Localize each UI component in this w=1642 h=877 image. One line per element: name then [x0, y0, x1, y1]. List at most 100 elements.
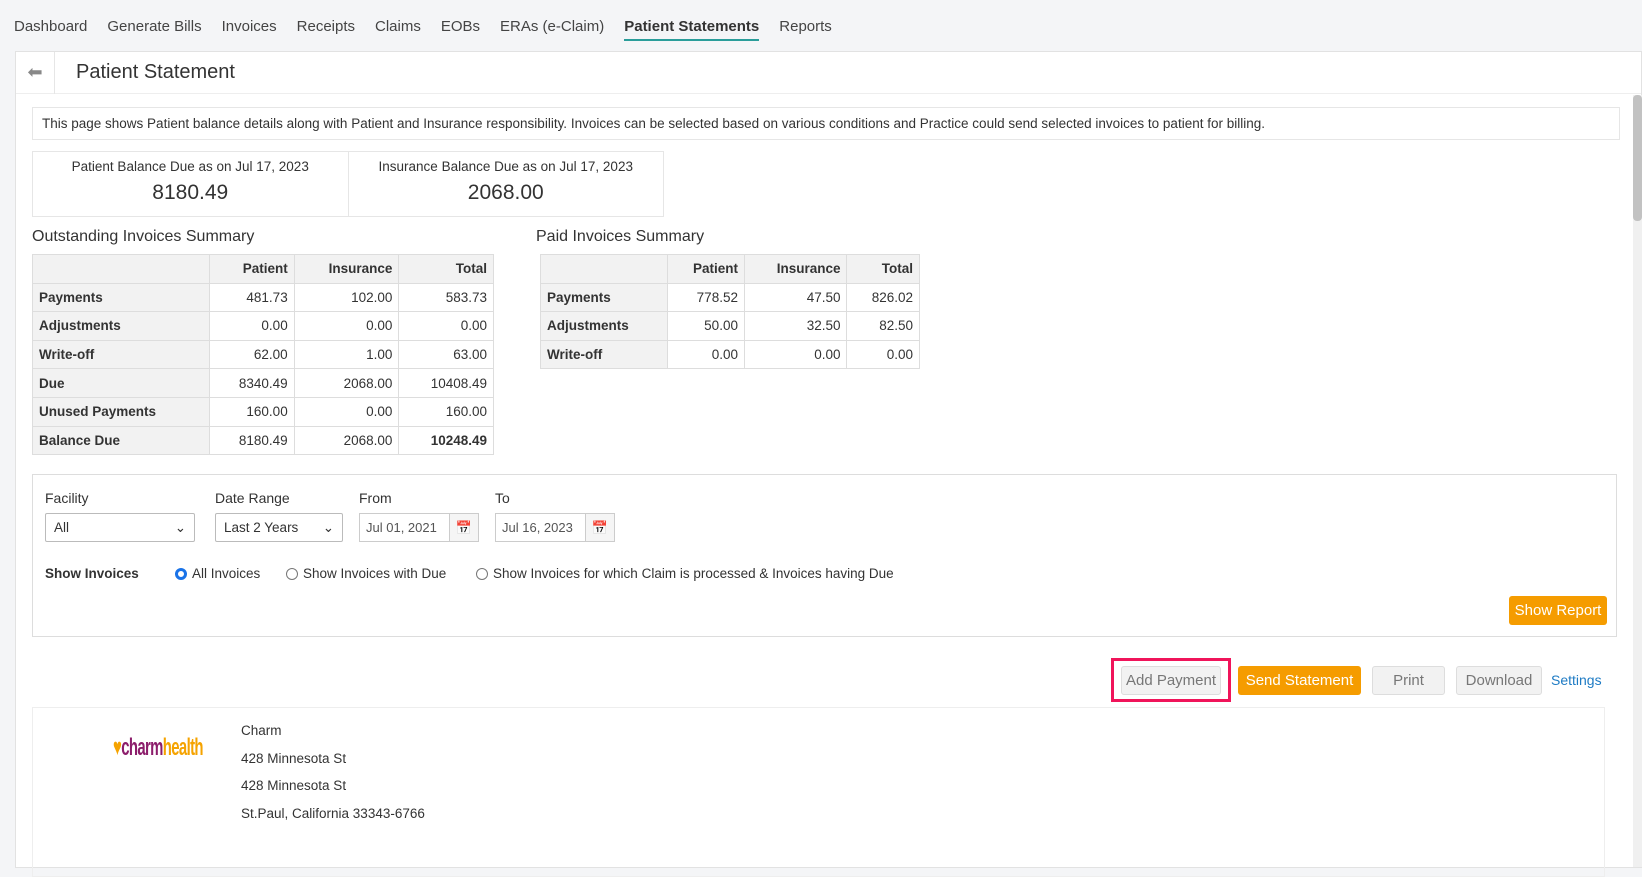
radio-label: Show Invoices for which Claim is process…	[493, 566, 894, 581]
table-cell: 0.00	[293, 311, 400, 341]
paid-table: Patient Insurance Total Payments 778.52 47.50…	[540, 254, 920, 370]
column-header: Total	[846, 254, 920, 284]
date-range-select[interactable]: Last 2 Years ⌄	[215, 513, 343, 542]
table-cell: 62.00	[209, 339, 295, 370]
table-cell: 82.50	[846, 311, 920, 341]
chevron-down-icon: ⌄	[174, 519, 186, 535]
insurance-balance-value: 2068.00	[467, 181, 544, 204]
calendar-icon[interactable]: 📅	[449, 514, 478, 541]
nav-eras[interactable]: ERAs (e-Claim)	[500, 8, 604, 43]
show-invoices-label: Show Invoices	[45, 566, 139, 581]
filter-panel: Facility All ⌄ Date Range Last 2 Years ⌄ F…	[32, 474, 1617, 637]
table-cell: 0.00	[209, 311, 295, 341]
table-row: Write-off 62.00 1.00 63.00	[31, 339, 494, 370]
to-date-value: Jul 16, 2023	[502, 520, 573, 535]
nav-dashboard[interactable]: Dashboard	[14, 8, 87, 43]
practice-name: Charm	[241, 723, 282, 738]
table-cell: 32.50	[743, 311, 848, 341]
facility-select[interactable]: All ⌄	[45, 513, 195, 542]
patient-balance-label: Patient Balance Due as on Jul 17, 2023	[71, 159, 309, 174]
table-row: Due 8340.49 2068.00 10408.49	[31, 368, 494, 398]
table-cell: 102.00	[293, 282, 400, 313]
row-label: Balance Due	[31, 425, 211, 456]
scrollbar[interactable]	[1633, 95, 1642, 867]
nav-invoices[interactable]: Invoices	[222, 8, 277, 43]
row-label: Unused Payments	[31, 396, 211, 427]
outstanding-title: Outstanding Invoices Summary	[32, 228, 255, 245]
table-header: Patient Insurance Total	[31, 254, 494, 284]
facility-label: Facility	[45, 490, 89, 506]
radio-invoices-with-due[interactable]: Show Invoices with Due	[286, 566, 446, 581]
to-date-input[interactable]: Jul 16, 2023 📅	[495, 513, 615, 542]
nav-generate-bills[interactable]: Generate Bills	[107, 8, 201, 43]
row-label: Adjustments	[31, 311, 211, 341]
column-header: Patient	[666, 254, 745, 284]
balance-summary: Patient Balance Due as on Jul 17, 2023 81…	[32, 151, 664, 217]
nav-reports[interactable]: Reports	[779, 8, 832, 43]
date-range-value: Last 2 Years	[224, 520, 299, 535]
row-label: Payments	[540, 282, 668, 313]
nav-receipts[interactable]: Receipts	[297, 8, 355, 43]
add-payment-button[interactable]: Add Payment	[1121, 666, 1221, 695]
column-header: Patient	[209, 254, 295, 284]
from-date-value: Jul 01, 2021	[366, 520, 437, 535]
nav-patient-statements[interactable]: Patient Statements	[624, 8, 760, 43]
table-cell: 8180.49	[209, 425, 295, 456]
table-cell: 481.73	[209, 282, 295, 313]
insurance-balance-label: Insurance Balance Due as on Jul 17, 2023	[378, 159, 633, 174]
table-cell: 0.00	[398, 311, 494, 341]
back-arrow-icon[interactable]: ⬅	[16, 51, 55, 94]
calendar-icon[interactable]: 📅	[585, 514, 614, 541]
table-row: Unused Payments 160.00 0.00 160.00	[31, 396, 494, 427]
row-label: Adjustments	[540, 311, 668, 341]
nav-claims[interactable]: Claims	[375, 8, 421, 43]
column-header: Insurance	[293, 254, 400, 284]
row-label: Due	[31, 368, 211, 398]
table-cell: 10408.49	[398, 368, 494, 398]
info-text: This page shows Patient balance details …	[32, 107, 1620, 140]
column-header: Total	[398, 254, 494, 284]
row-label: Write-off	[540, 339, 668, 370]
table-row: Balance Due 8180.49 2068.00 10248.49	[31, 425, 494, 456]
address-line-1: 428 Minnesota St	[241, 750, 347, 766]
table-cell: 50.00	[666, 311, 745, 341]
address-city: St.Paul, California 33343-6766	[241, 805, 425, 821]
table-row: Payments 481.73 102.00 583.73	[31, 282, 494, 313]
table-cell: 0.00	[666, 339, 745, 370]
table-cell: 8340.49	[209, 368, 295, 398]
column-header	[31, 254, 211, 284]
table-cell: 47.50	[743, 282, 848, 313]
paid-title: Paid Invoices Summary	[536, 228, 705, 245]
from-date-input[interactable]: Jul 01, 2021 📅	[359, 513, 479, 542]
settings-link[interactable]: Settings	[1551, 672, 1602, 688]
main-panel: ⬅ Patient Statement This page shows Pati…	[15, 51, 1642, 877]
column-header	[540, 254, 668, 284]
nav-eobs[interactable]: EOBs	[441, 8, 480, 43]
radio-all-invoices[interactable]: All Invoices	[175, 566, 260, 581]
patient-balance-value: 8180.49	[152, 181, 229, 204]
chevron-down-icon: ⌄	[322, 519, 334, 535]
print-button[interactable]: Print	[1372, 666, 1445, 695]
table-cell: 0.00	[846, 339, 920, 370]
table-row: Write-off 0.00 0.00 0.00	[540, 339, 920, 370]
to-label: To	[495, 490, 510, 506]
radio-claim-processed[interactable]: Show Invoices for which Claim is process…	[476, 566, 894, 581]
table-cell: 778.52	[666, 282, 745, 313]
table-cell: 63.00	[398, 339, 494, 370]
charmhealth-logo: ♥charmhealth	[113, 734, 204, 761]
download-button[interactable]: Download	[1456, 666, 1542, 695]
table-cell: 583.73	[398, 282, 494, 313]
table-cell: 160.00	[398, 396, 494, 427]
table-row: Adjustments 0.00 0.00 0.00	[31, 311, 494, 341]
statement-preview: ♥charmhealth Charm 428 Minnesota St 428 …	[32, 707, 1605, 877]
send-statement-button[interactable]: Send Statement	[1238, 666, 1361, 695]
show-report-button[interactable]: Show Report	[1509, 596, 1607, 625]
table-cell: 0.00	[293, 396, 400, 427]
table-cell: 1.00	[293, 339, 400, 370]
page-title: Patient Statement	[76, 61, 235, 83]
radio-label: All Invoices	[192, 566, 261, 581]
table-cell: 160.00	[209, 396, 295, 427]
table-cell: 10248.49	[398, 425, 494, 456]
outstanding-table: Patient Insurance Total Payments 481.73 102.0…	[31, 254, 494, 456]
scrollbar-thumb[interactable]	[1633, 95, 1642, 221]
